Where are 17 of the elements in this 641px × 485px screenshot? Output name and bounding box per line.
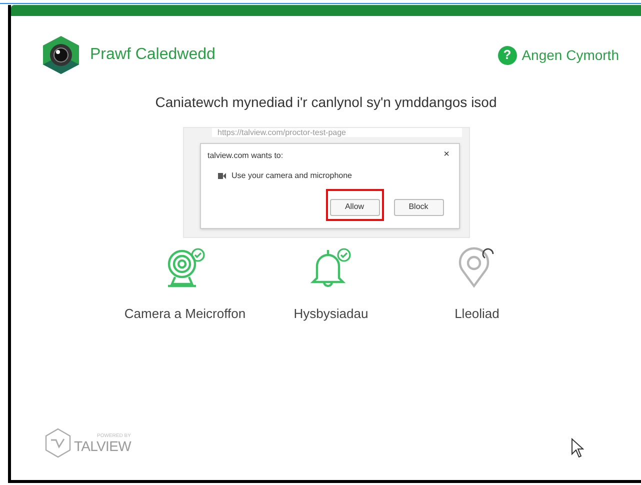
video-camera-icon (218, 173, 226, 179)
permission-label: Lleoliad (454, 305, 500, 323)
address-bar: https://talview.com/proctor-test-page (212, 128, 462, 137)
permission-label: Camera a Meicroffon (124, 305, 246, 323)
camera-logo-icon (42, 35, 80, 75)
popup-button[interactable]: Block (394, 198, 444, 216)
close-button[interactable]: × (444, 150, 450, 160)
popup-prompt: talview.com wants to: (208, 150, 284, 162)
permission-label: Hysbysiadau (294, 305, 368, 323)
popup-button[interactable]: Allow (330, 198, 380, 216)
hexagon-logo-icon (45, 428, 71, 458)
page-title: Prawf Caledwedd (90, 45, 216, 65)
instruction-text: Caniatewch mynediad i'r canlynol sy'n ymddangos isod (154, 93, 498, 112)
brand-name: TALVIEW (74, 438, 131, 452)
request-text: Use your camera and microphone (232, 170, 352, 182)
help-icon: ? (498, 46, 517, 64)
mouse-cursor-icon (571, 438, 584, 458)
